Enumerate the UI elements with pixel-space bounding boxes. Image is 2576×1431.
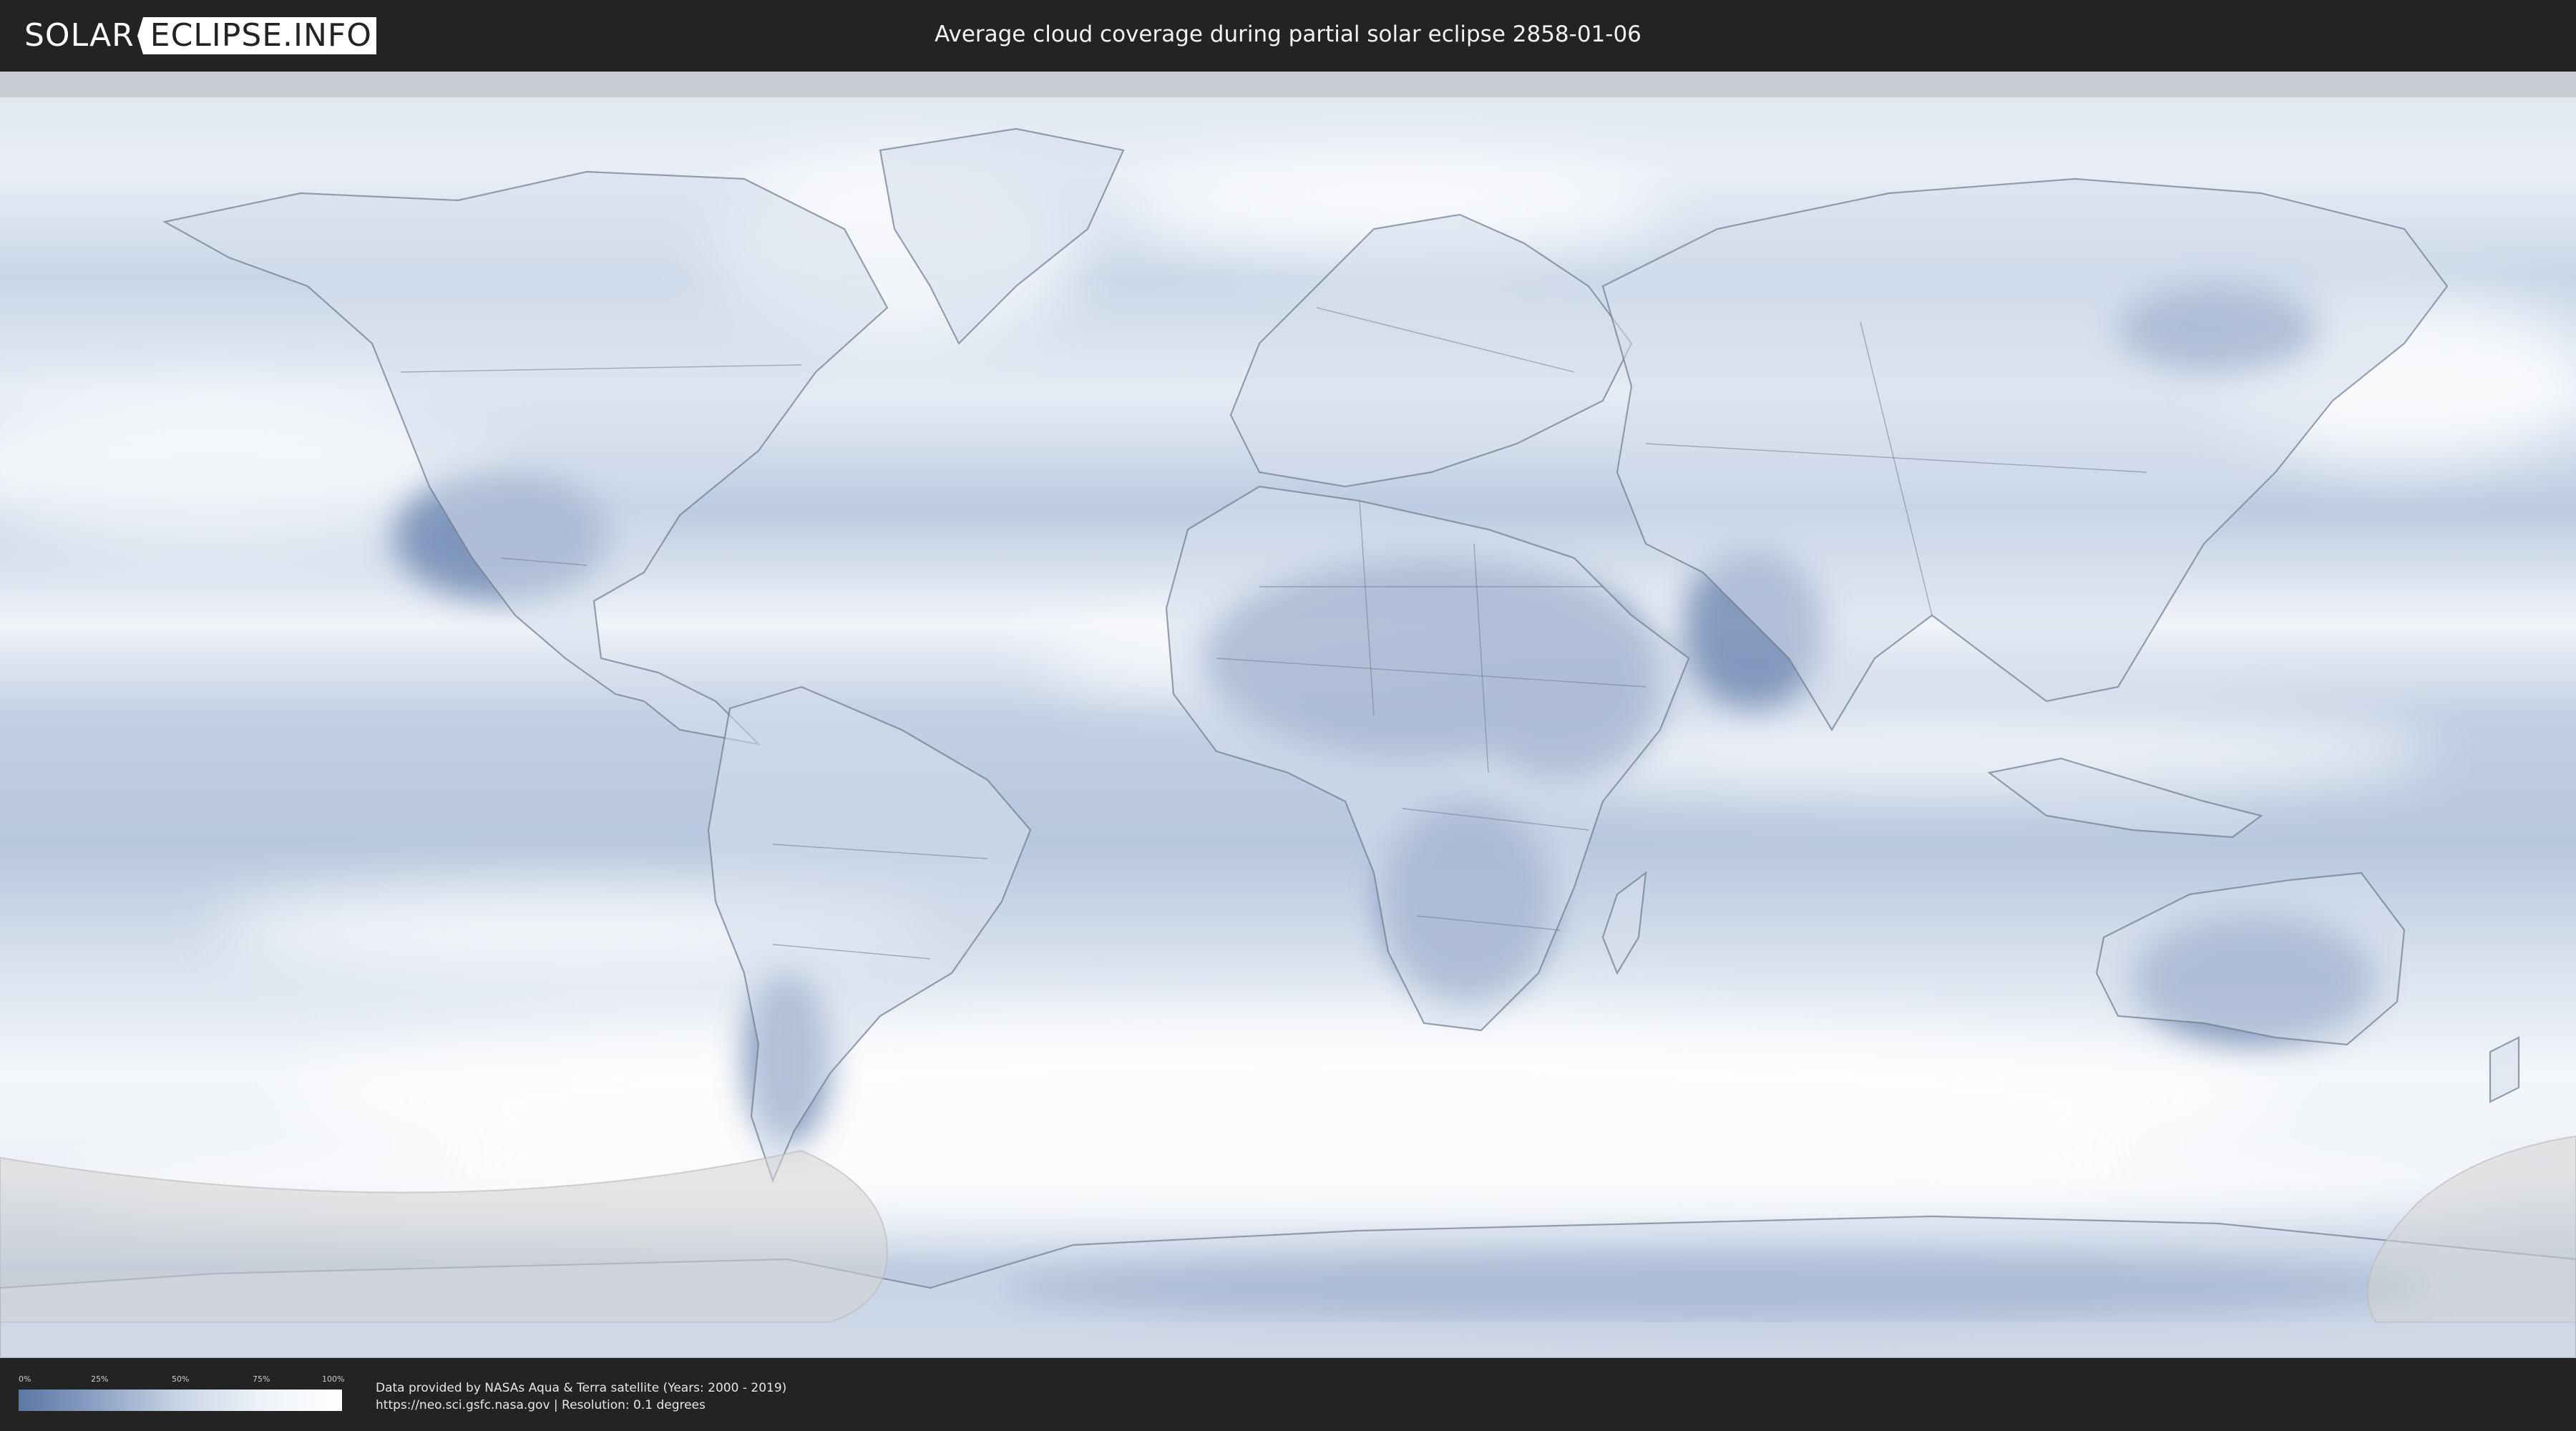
legend-tick-25: 25% xyxy=(91,1374,109,1384)
legend-tick-100: 100% xyxy=(322,1374,345,1384)
credit-line-url: https://neo.sci.gsfc.nasa.gov | Resoluti… xyxy=(376,1398,706,1412)
page: SOLAR ECLIPSE.INFO Average cloud coverag… xyxy=(0,0,2576,1431)
map-top-edge xyxy=(0,72,2576,97)
map-bottom-edge xyxy=(0,1322,2576,1358)
header-bar: SOLAR ECLIPSE.INFO Average cloud coverag… xyxy=(0,0,2576,72)
legend-tick-50: 50% xyxy=(172,1374,190,1384)
data-credits: Data provided by NASAs Aqua & Terra sate… xyxy=(376,1379,786,1414)
cloud-coverage-legend: 0% 25% 50% 75% 100% xyxy=(19,1374,345,1412)
credit-line-source: Data provided by NASAs Aqua & Terra sate… xyxy=(376,1381,787,1395)
legend-tick-0: 0% xyxy=(19,1374,31,1384)
page-title: Average cloud coverage during partial so… xyxy=(935,21,1641,47)
legend-gradient-bar xyxy=(19,1390,342,1411)
footer-bar: 0% 25% 50% 75% 100% Data provided by NAS… xyxy=(0,1358,2576,1431)
cloud-coverage-map xyxy=(0,72,2576,1358)
legend-tick-75: 75% xyxy=(253,1374,270,1384)
